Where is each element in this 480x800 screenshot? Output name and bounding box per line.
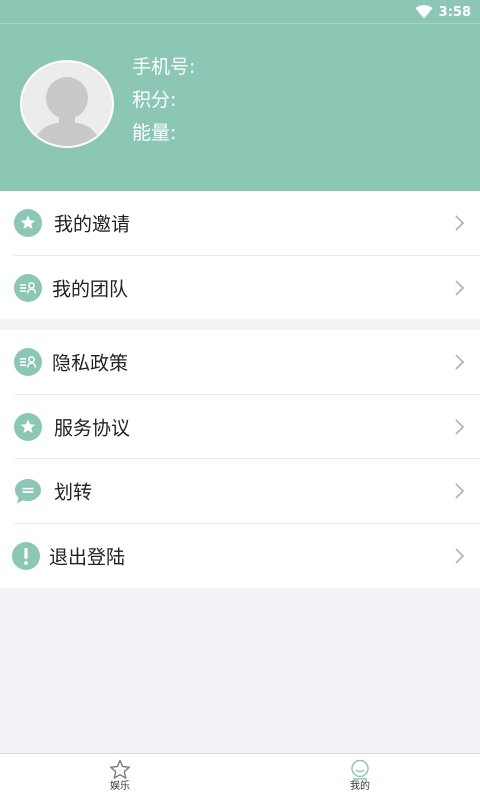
tab-mine[interactable]: 我的: [320, 754, 400, 800]
menu-label: 划转: [54, 481, 93, 504]
chat-bubble-icon: [14, 477, 42, 505]
menu-label: 服务协议: [54, 417, 131, 440]
menu-label: 我的团队: [52, 278, 129, 301]
menu-item-transfer[interactable]: 划转: [0, 459, 480, 524]
menu-group-settings: 隐私政策 服务协议 划转 退出登陆: [0, 330, 480, 588]
menu-item-logout[interactable]: 退出登陆: [0, 524, 480, 589]
profile-header: 手机号: 积分: 能量:: [0, 24, 480, 191]
status-time: 3:58: [438, 4, 471, 20]
tab-label: 娱乐: [110, 781, 130, 792]
status-bar: 3:58: [0, 0, 480, 24]
tab-label: 我的: [350, 781, 370, 792]
star-icon: [14, 209, 42, 238]
energy-label: 能量:: [132, 122, 177, 144]
team-list-icon: [14, 348, 42, 377]
menu-item-my-invitations[interactable]: 我的邀请: [0, 191, 480, 256]
menu-item-my-team[interactable]: 我的团队: [0, 256, 480, 321]
smiley-icon: [320, 759, 400, 780]
menu-label: 退出登陆: [49, 546, 126, 569]
exclamation-icon: [12, 541, 40, 570]
chevron-right-icon: [455, 483, 465, 499]
points-label: 积分:: [132, 89, 177, 111]
profile-info: 手机号: 积分: 能量:: [132, 51, 195, 150]
bottom-nav: 娱乐 我的: [0, 753, 480, 800]
star-icon: [14, 412, 42, 441]
menu-item-privacy-policy[interactable]: 隐私政策: [0, 330, 480, 395]
menu-group-account: 我的邀请 我的团队: [0, 191, 480, 319]
menu-item-service-agreement[interactable]: 服务协议: [0, 395, 480, 460]
team-list-icon: [14, 273, 42, 302]
menu-label: 隐私政策: [52, 352, 129, 375]
chevron-right-icon: [455, 215, 465, 231]
chevron-right-icon: [455, 280, 465, 296]
status-right: 3:58: [415, 3, 471, 21]
profile-screen: 3:58 手机号: 积分: 能量: 我的邀请 我的团队 隐私政策 服务协议 划转…: [0, 0, 480, 800]
chevron-right-icon: [455, 548, 465, 564]
tab-entertainment[interactable]: 娱乐: [80, 754, 160, 800]
star-outline-icon: [80, 759, 160, 780]
wifi-icon: [415, 5, 433, 19]
chevron-right-icon: [455, 419, 465, 435]
chevron-right-icon: [455, 354, 465, 370]
menu-label: 我的邀请: [54, 213, 131, 236]
phone-label: 手机号:: [132, 56, 196, 78]
default-avatar-icon[interactable]: [20, 60, 114, 148]
